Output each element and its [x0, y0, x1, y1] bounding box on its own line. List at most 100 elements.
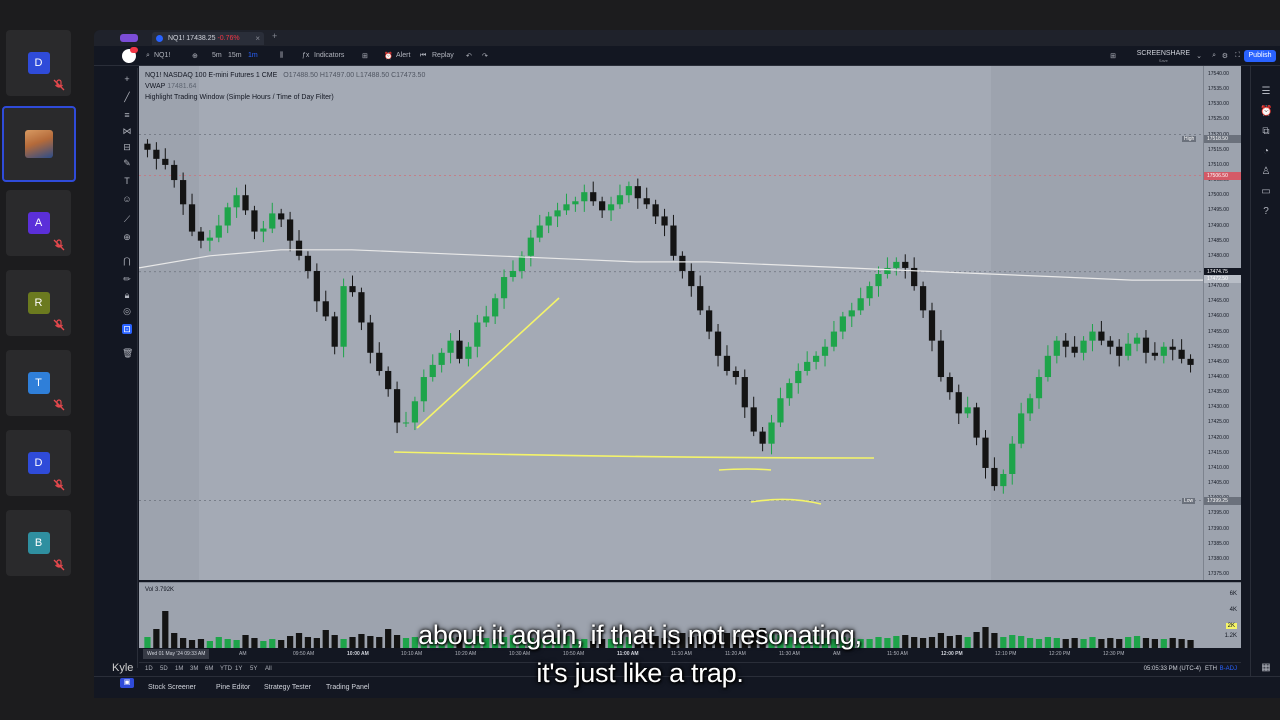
alert-icon[interactable]: ⏰ — [384, 52, 393, 60]
lock-icon[interactable]: 🔒︎ — [122, 290, 132, 300]
low-price-tag: 17399.25 — [1204, 496, 1241, 505]
time-label: 12:00 PM — [941, 651, 963, 657]
timeframe-15m[interactable]: 15m — [228, 52, 242, 59]
replay-button[interactable]: Replay — [432, 52, 454, 59]
time-label: 10:50 AM — [563, 651, 585, 657]
candle-body — [759, 431, 766, 444]
participant-tile[interactable]: A — [6, 190, 71, 256]
candle-body — [162, 158, 169, 165]
timeframe-1m[interactable]: 1m — [248, 52, 258, 59]
redo-icon[interactable]: ↷ — [482, 52, 488, 60]
price-label: 17430.00 — [1208, 404, 1229, 411]
magnet-icon[interactable]: ⋂ — [122, 256, 132, 266]
candle-body — [1080, 340, 1087, 353]
hotlist-icon[interactable]: ◔ — [1260, 146, 1272, 158]
candle-body — [465, 346, 472, 359]
symbol-search-button[interactable]: NQ1! — [154, 52, 170, 59]
participant-tile-active-speaker[interactable] — [2, 106, 76, 182]
symbol-title: NQ1! NASDAQ 100 E-mini Futures 1 CME — [145, 72, 278, 79]
text-icon[interactable]: T — [122, 176, 132, 186]
timeframe-5m[interactable]: 5m — [212, 52, 222, 59]
settings-gear-icon[interactable]: ⚙ — [1222, 52, 1228, 60]
candle-body — [242, 195, 249, 211]
participant-tile[interactable]: D — [6, 30, 71, 96]
zoom-in-icon[interactable]: ⊕ — [122, 232, 132, 242]
crosshair-icon[interactable]: + — [122, 74, 132, 84]
candle-body — [1142, 337, 1150, 353]
participant-tile[interactable]: B — [6, 510, 71, 576]
time-label: 12:30 PM — [1103, 651, 1125, 657]
candle-body — [206, 237, 213, 241]
brush-icon[interactable]: ✎ — [122, 158, 132, 168]
price-label: 17530.00 — [1208, 101, 1229, 108]
trash-icon[interactable]: 🗑︎ — [122, 348, 133, 358]
trend-line-icon[interactable]: ╱ — [122, 92, 132, 102]
price-label: 17540.00 — [1208, 71, 1229, 77]
help-icon[interactable]: ? — [1260, 206, 1272, 218]
candle-body — [545, 216, 552, 226]
search-icon[interactable]: ⌕ — [1212, 52, 1216, 60]
time-label: 10:00 AM — [347, 651, 369, 657]
participant-tile[interactable]: T — [6, 350, 71, 416]
candle-body — [866, 286, 873, 299]
watchlist-icon[interactable]: ☰ — [1260, 86, 1272, 98]
price-axis[interactable]: 17540.0017535.0017530.0017525.0017520.00… — [1182, 66, 1241, 580]
candle-body — [144, 143, 151, 150]
candle-body — [634, 186, 641, 199]
pencil-lock-icon[interactable]: ✏ — [122, 274, 132, 284]
eye-icon[interactable]: ◎ — [122, 306, 132, 316]
chart-type-icon[interactable]: ⫼ — [280, 52, 283, 60]
favorites-icon[interactable]: ⊡ — [122, 324, 132, 334]
replay-icon[interactable]: ⏮ — [420, 52, 426, 60]
tab-title: NQ1! 17438.25 — [168, 35, 216, 42]
price-chart[interactable]: NQ1! NASDAQ 100 E-mini Futures 1 CME O174… — [139, 66, 1203, 580]
candle-body — [179, 180, 187, 205]
new-tab-icon[interactable]: + — [272, 31, 277, 41]
chat-icon[interactable]: ▭ — [1260, 186, 1272, 198]
browser-tab[interactable]: NQ1! 17438.25 -0.76% × — [152, 32, 264, 45]
right-widget-bar: ☰ ⏰ ⧉ ◔ ♙ ▭ ? ▦ ? — [1250, 66, 1280, 698]
participant-tile[interactable]: R — [6, 270, 71, 336]
candle-body — [777, 398, 784, 423]
layout-name-button[interactable]: SCREENSHARE Save — [1137, 50, 1190, 64]
pattern-icon[interactable]: ⋈ — [122, 126, 132, 136]
layout-icon[interactable]: ⊞ — [362, 52, 368, 60]
ideas-icon[interactable]: ♙ — [1260, 166, 1272, 178]
browser-profile-pill[interactable] — [120, 34, 138, 42]
candle-body — [1035, 377, 1043, 399]
indicators-icon[interactable]: ƒx — [302, 52, 309, 59]
candle-body — [1062, 340, 1069, 347]
search-icon[interactable]: ⌕ — [146, 52, 150, 60]
candle-body — [492, 298, 499, 317]
alerts-icon[interactable]: ⏰ — [1260, 106, 1272, 118]
candle-body — [946, 377, 953, 393]
chevron-down-icon[interactable]: ⌄ — [1196, 52, 1202, 60]
candle-body — [563, 204, 570, 211]
volume-value: 3.792K — [155, 587, 175, 593]
volume-legend: Vol 3.792K — [145, 587, 174, 593]
participant-tile[interactable]: D — [6, 430, 71, 496]
time-label: 10:10 AM — [401, 651, 423, 657]
candle-body — [367, 322, 374, 353]
fib-icon[interactable]: ≡ — [122, 110, 132, 120]
candle-body — [340, 286, 347, 347]
price-label: 17415.00 — [1208, 449, 1229, 456]
ruler-icon[interactable]: ⟋ — [122, 214, 132, 224]
indicators-button[interactable]: Indicators — [314, 52, 344, 59]
emoji-icon[interactable]: ☺ — [122, 194, 132, 204]
layout-grid-icon[interactable]: ⊞ — [1110, 52, 1116, 60]
candle-body — [1053, 340, 1060, 356]
time-label: 10:20 AM — [455, 651, 477, 657]
publish-button[interactable]: Publish — [1244, 50, 1276, 62]
compare-add-icon[interactable]: ⊕ — [192, 52, 198, 60]
projection-icon[interactable]: ⊟ — [122, 142, 132, 152]
price-label: 17525.00 — [1208, 116, 1229, 123]
volume-label: Vol — [145, 587, 154, 593]
alert-button[interactable]: Alert — [396, 52, 410, 59]
layers-icon[interactable]: ⧉ — [1260, 126, 1272, 138]
candle-body — [919, 286, 927, 311]
close-tab-icon[interactable]: × — [255, 32, 260, 45]
fullscreen-icon[interactable]: ⛶ — [1235, 52, 1240, 60]
candle-body — [643, 198, 650, 205]
undo-icon[interactable]: ↶ — [466, 52, 472, 60]
